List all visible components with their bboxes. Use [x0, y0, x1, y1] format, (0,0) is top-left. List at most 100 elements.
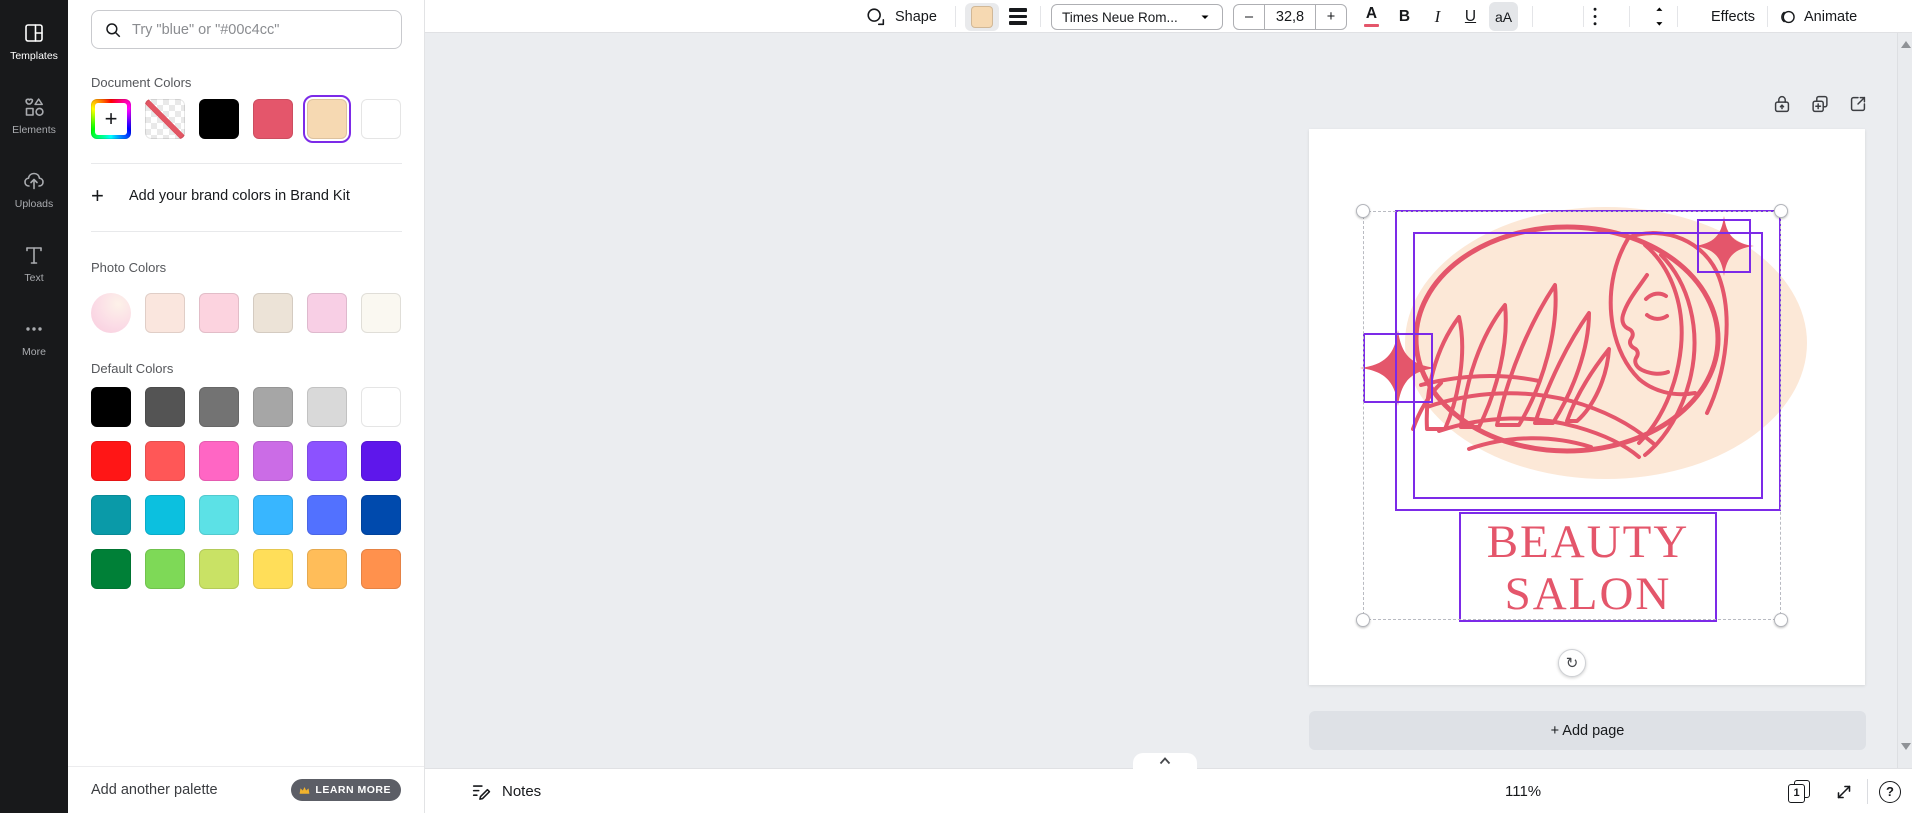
color-swatch[interactable] [361, 441, 401, 481]
color-swatch[interactable] [307, 99, 347, 139]
color-swatch[interactable] [91, 441, 131, 481]
add-page-button[interactable]: + Add page [1309, 711, 1866, 750]
italic-button[interactable]: I [1423, 2, 1452, 31]
color-swatch[interactable] [91, 495, 131, 535]
help-button[interactable]: ? [1879, 769, 1901, 813]
crown-icon [298, 784, 311, 797]
border-style-button[interactable] [1009, 0, 1027, 33]
rotate-handle[interactable]: ↻ [1558, 649, 1586, 677]
color-swatch[interactable] [199, 387, 239, 427]
color-swatch[interactable] [361, 99, 401, 139]
color-swatch[interactable] [253, 99, 293, 139]
selection-handle-nw[interactable] [1356, 204, 1370, 218]
color-swatch[interactable] [145, 441, 185, 481]
learn-more-badge[interactable]: LEARN MORE [291, 779, 401, 801]
add-palette-label[interactable]: Add another palette [91, 782, 218, 798]
scroll-up-arrow[interactable] [1901, 41, 1911, 48]
divider [91, 231, 402, 232]
color-swatch[interactable] [253, 387, 293, 427]
lock-icon[interactable] [1771, 93, 1793, 115]
expand-panel-tab[interactable] [1133, 753, 1197, 769]
color-swatch[interactable] [91, 293, 131, 333]
color-swatch[interactable] [307, 387, 347, 427]
color-panel: Document Colors + Add your brand colors … [68, 0, 425, 813]
effects-button[interactable]: Effects [1711, 0, 1755, 33]
color-swatch[interactable] [361, 495, 401, 535]
color-swatch[interactable] [199, 293, 239, 333]
sidebar-item-label: Elements [12, 124, 56, 136]
font-size-increase[interactable]: + [1316, 5, 1346, 29]
scroll-down-arrow[interactable] [1901, 743, 1911, 750]
color-swatch[interactable] [199, 549, 239, 589]
sidebar-item-text[interactable]: Text [0, 230, 68, 297]
font-size-value[interactable]: 32,8 [1264, 5, 1316, 29]
design-page[interactable]: BEAUTY SALON ↻ [1309, 129, 1865, 685]
color-swatch[interactable] [307, 441, 347, 481]
color-swatch[interactable] [361, 293, 401, 333]
color-swatch[interactable] [307, 495, 347, 535]
text-color-button[interactable]: A [1357, 2, 1386, 31]
effects-label: Effects [1711, 9, 1755, 25]
fill-color-swatch [971, 6, 993, 28]
list-button[interactable] [1589, 2, 1618, 31]
add-brand-colors-button[interactable]: + Add your brand colors in Brand Kit [91, 178, 402, 214]
color-swatch[interactable] [253, 495, 293, 535]
spacing-button[interactable] [1637, 2, 1666, 31]
color-swatch[interactable] [91, 387, 131, 427]
divider [1767, 6, 1768, 27]
border-weight-icon [1009, 8, 1027, 25]
uppercase-button[interactable]: aA [1489, 2, 1518, 31]
font-size-decrease[interactable]: – [1234, 5, 1264, 29]
color-swatch[interactable] [91, 549, 131, 589]
color-swatch[interactable] [253, 293, 293, 333]
color-swatch[interactable] [361, 387, 401, 427]
selection-actions [1771, 93, 1869, 115]
font-family-select[interactable]: Times Neue Rom... [1051, 4, 1223, 30]
color-swatch[interactable] [361, 549, 401, 589]
color-swatch[interactable] [199, 99, 239, 139]
duplicate-icon[interactable] [1809, 93, 1831, 115]
move-to-page-icon[interactable] [1847, 93, 1869, 115]
fullscreen-button[interactable] [1833, 769, 1855, 813]
color-swatch[interactable] [253, 549, 293, 589]
vertical-scrollbar[interactable] [1897, 33, 1912, 768]
sidebar-item-templates[interactable]: Templates [0, 8, 68, 75]
color-swatch[interactable] [91, 99, 131, 139]
notes-label: Notes [502, 783, 541, 800]
sidebar-item-elements[interactable]: Elements [0, 82, 68, 149]
page-number: 1 [1793, 787, 1799, 799]
alignment-button[interactable] [1539, 2, 1568, 31]
divider [1629, 6, 1630, 27]
animate-button[interactable]: Animate [1777, 0, 1857, 33]
color-swatch[interactable] [253, 441, 293, 481]
selection-handle-se[interactable] [1774, 613, 1788, 627]
fill-color-button[interactable] [965, 3, 999, 31]
color-swatch[interactable] [199, 441, 239, 481]
brand-kit-label: Add your brand colors in Brand Kit [129, 188, 350, 204]
shape-button[interactable]: Shape [865, 0, 937, 33]
selection-handle-ne[interactable] [1774, 204, 1788, 218]
sidebar-item-more[interactable]: More [0, 304, 68, 371]
notes-button[interactable]: Notes [470, 769, 541, 813]
left-rail: Templates Elements Uploads Text More [0, 0, 68, 813]
color-swatch[interactable] [145, 293, 185, 333]
color-swatch[interactable] [145, 549, 185, 589]
status-bar: Notes 111% 1 ? [425, 768, 1912, 813]
color-swatch[interactable] [307, 293, 347, 333]
sidebar-item-label: Templates [10, 50, 58, 62]
color-swatch[interactable] [145, 387, 185, 427]
color-swatch[interactable] [145, 495, 185, 535]
color-swatch[interactable] [199, 495, 239, 535]
color-search-input[interactable] [132, 22, 389, 38]
underline-button[interactable]: U [1456, 2, 1485, 31]
rotate-icon: ↻ [1566, 654, 1579, 672]
page-indicator[interactable]: 1 [1788, 769, 1812, 813]
workspace: BEAUTY SALON ↻ + Add page [425, 33, 1912, 768]
selection-handle-sw[interactable] [1356, 613, 1370, 627]
color-swatch[interactable] [307, 549, 347, 589]
bold-button[interactable]: B [1390, 2, 1419, 31]
sidebar-item-uploads[interactable]: Uploads [0, 156, 68, 223]
color-swatch[interactable] [145, 99, 185, 139]
selection-outline[interactable] [1363, 211, 1781, 620]
chevron-down-icon [1198, 10, 1212, 24]
